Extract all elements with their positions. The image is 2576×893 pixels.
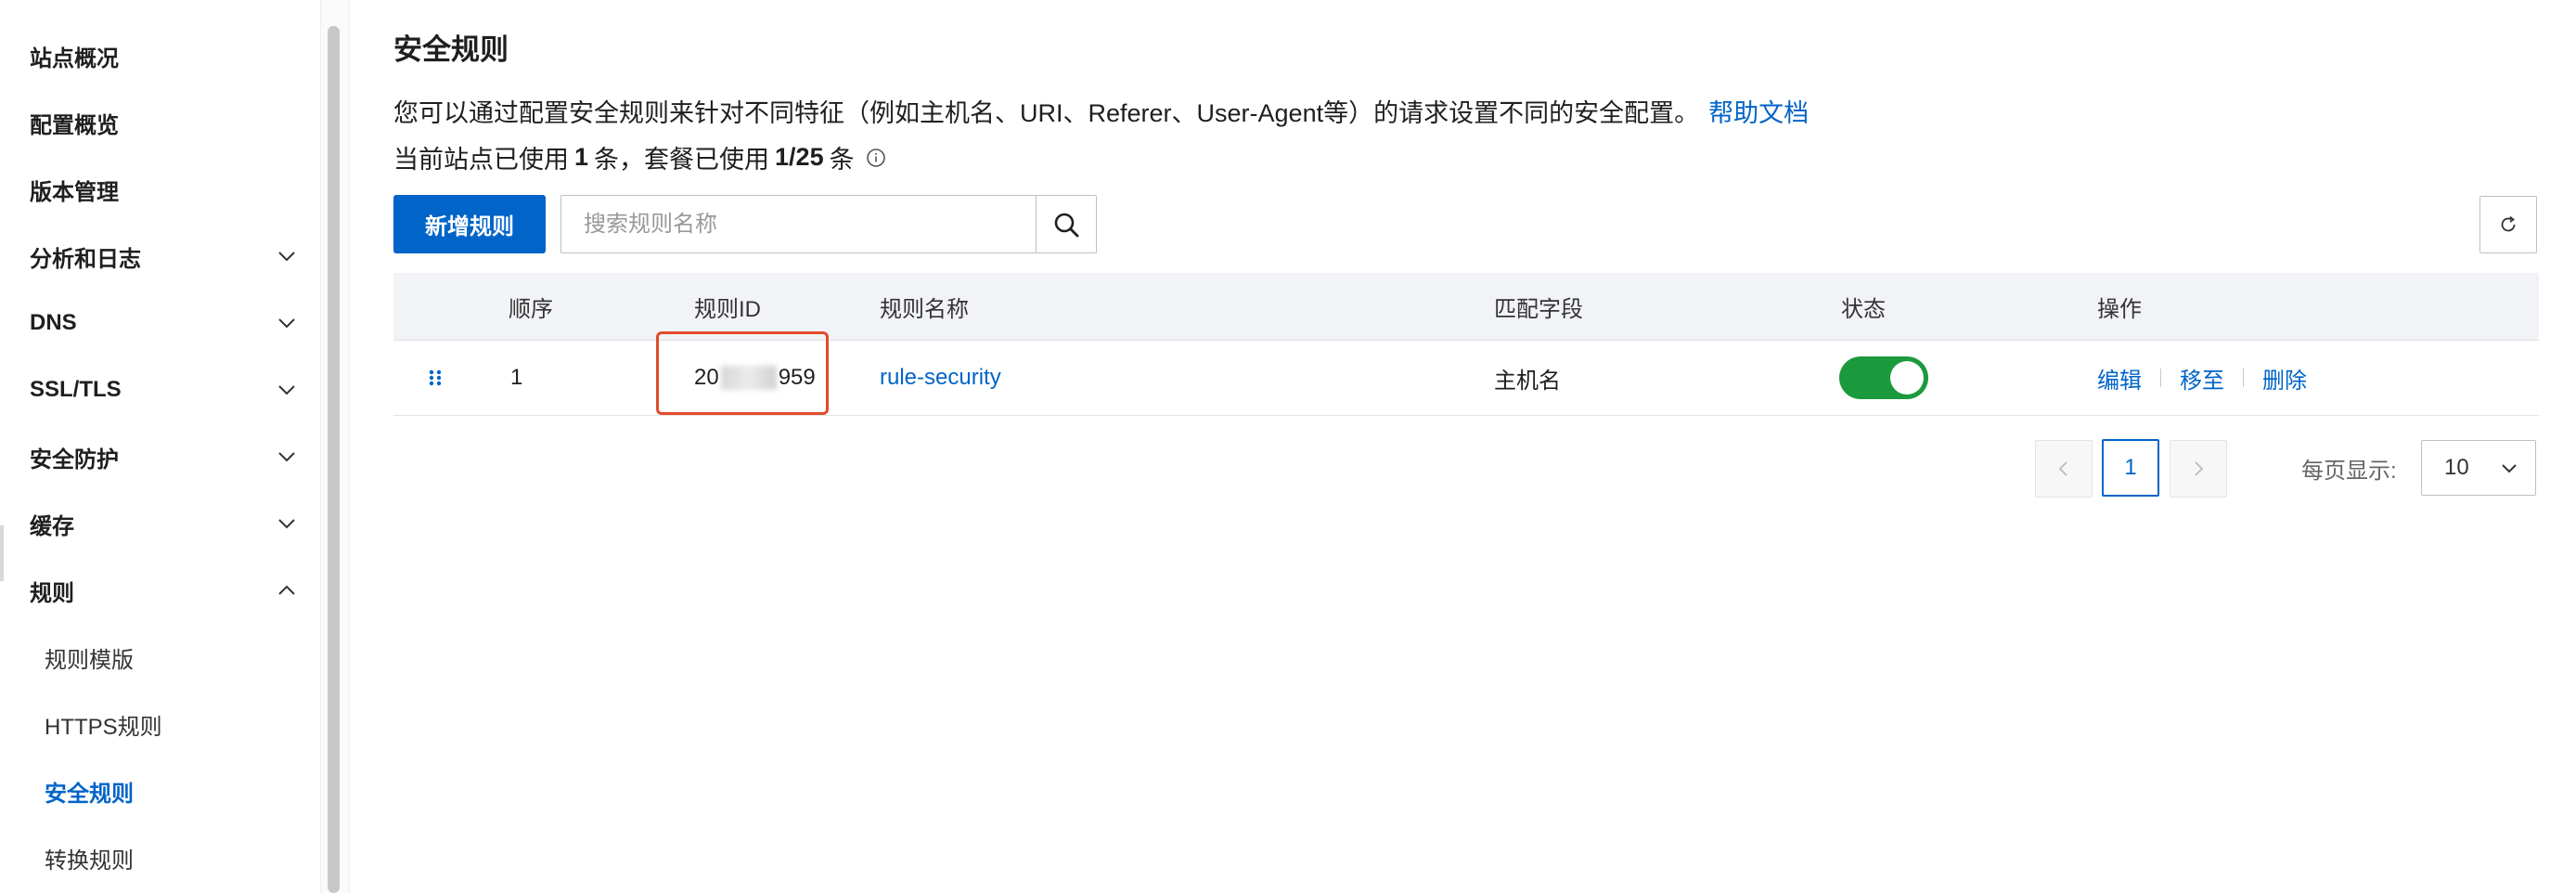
column-header-match-field[interactable]: 匹配字段 <box>1494 273 1583 340</box>
chevron-down-icon[interactable] <box>274 444 300 470</box>
usage-summary: 当前站点已使用 1 条，套餐已使用 1/25 条 <box>393 139 886 175</box>
usage-site-count: 1 <box>574 143 589 171</box>
sidebar-scrollbar-thumb[interactable] <box>328 26 340 893</box>
sidebar-item-label: 安全规则 <box>45 781 134 807</box>
column-header-status[interactable]: 状态 <box>1841 273 1886 340</box>
rule-id-highlight-box <box>656 331 829 415</box>
chevron-left-icon <box>2058 461 2067 476</box>
usage-suffix: 条 <box>829 146 855 174</box>
sidebar-item-label: SSL/TLS <box>30 377 122 402</box>
prev-page-button[interactable] <box>2035 440 2093 498</box>
sidebar-item-label: 规则模版 <box>45 647 134 673</box>
page-title: 安全规则 <box>393 33 509 66</box>
sidebar-item-version-management[interactable]: 版本管理 <box>30 171 119 208</box>
refresh-button[interactable] <box>2479 196 2537 253</box>
sidebar-item-cache[interactable]: 缓存 <box>30 505 74 542</box>
sidebar-item-label: 缓存 <box>30 513 74 539</box>
help-docs-link[interactable]: 帮助文档 <box>1708 99 1809 127</box>
chevron-down-icon[interactable] <box>274 310 300 336</box>
sidebar-item-label: 转换规则 <box>45 848 134 874</box>
search-icon <box>1054 213 1079 237</box>
description-text: 您可以通过配置安全规则来针对不同特征（例如主机名、URI、Referer、Use… <box>393 99 1700 127</box>
cell-status <box>1839 341 1928 415</box>
sidebar-item-label: DNS <box>30 310 77 335</box>
sidebar-subitem-rule-templates[interactable]: 规则模版 <box>45 639 134 676</box>
next-page-button[interactable] <box>2170 440 2227 498</box>
column-header-actions[interactable]: 操作 <box>2097 273 2142 340</box>
sidebar-subitem-transform-rules[interactable]: 转换规则 <box>45 839 134 876</box>
rule-name-link[interactable]: rule-security <box>880 341 1001 415</box>
sidebar-item-analytics-logs[interactable]: 分析和日志 <box>30 238 141 275</box>
delete-link[interactable]: 删除 <box>2262 362 2307 395</box>
sidebar-item-label: 版本管理 <box>30 179 119 205</box>
page-description: 您可以通过配置安全规则来针对不同特征（例如主机名、URI、Referer、Use… <box>393 93 1809 129</box>
search-box <box>560 195 1097 253</box>
drag-handle-icon[interactable] <box>427 341 444 415</box>
info-icon[interactable] <box>866 148 886 168</box>
divider <box>2243 369 2244 387</box>
cell-actions: 编辑 移至 删除 <box>2097 341 2307 415</box>
sidebar-item-label: 站点概况 <box>30 45 119 71</box>
sidebar-item-dns[interactable]: DNS <box>30 304 77 342</box>
sidebar-item-security-protection[interactable]: 安全防护 <box>30 438 119 475</box>
column-header-order[interactable]: 顺序 <box>509 273 553 340</box>
per-page-select[interactable]: 10 <box>2421 440 2536 496</box>
sidebar-subitem-security-rules[interactable]: 安全规则 <box>45 772 134 809</box>
per-page-label: 每页显示: <box>2301 458 2397 484</box>
add-rule-button[interactable]: 新增规则 <box>393 195 546 253</box>
chevron-down-icon <box>2502 464 2517 473</box>
usage-plan-count: 1/25 <box>775 143 824 171</box>
sidebar-item-rules[interactable]: 规则 <box>30 572 74 609</box>
chevron-up-icon[interactable] <box>274 577 300 603</box>
move-link[interactable]: 移至 <box>2180 362 2224 395</box>
cell-match-field: 主机名 <box>1494 368 1561 394</box>
sidebar-edge-marker <box>0 525 4 581</box>
usage-mid: 条，套餐已使用 <box>594 146 770 174</box>
search-button[interactable] <box>1036 196 1096 252</box>
chevron-down-icon[interactable] <box>274 511 300 537</box>
sidebar-item-config-overview[interactable]: 配置概览 <box>30 104 119 141</box>
edit-link[interactable]: 编辑 <box>2097 362 2142 395</box>
per-page-value: 10 <box>2444 455 2469 480</box>
sidebar-item-label: 配置概览 <box>30 112 119 138</box>
sidebar-item-label: 分析和日志 <box>30 246 141 272</box>
chevron-down-icon[interactable] <box>274 243 300 269</box>
page-number-current[interactable]: 1 <box>2102 439 2159 497</box>
chevron-down-icon[interactable] <box>274 377 300 403</box>
divider <box>2160 369 2161 387</box>
cell-order: 1 <box>510 365 523 390</box>
status-toggle[interactable] <box>1839 356 1928 399</box>
chevron-right-icon <box>2195 461 2204 476</box>
sidebar-item-site-overview[interactable]: 站点概况 <box>30 37 119 74</box>
refresh-icon <box>2501 215 2516 232</box>
toggle-knob <box>1890 361 1924 395</box>
sidebar: 站点概况 配置概览 版本管理 分析和日志 DNS SSL/TLS 安全防护 缓存… <box>0 0 321 893</box>
search-input[interactable] <box>561 196 1036 252</box>
sidebar-item-ssl-tls[interactable]: SSL/TLS <box>30 371 122 408</box>
column-header-rule-name[interactable]: 规则名称 <box>880 273 969 340</box>
column-header-rule-id[interactable]: 规则ID <box>694 273 761 340</box>
sidebar-item-label: HTTPS规则 <box>45 714 162 740</box>
sidebar-subitem-https-rules[interactable]: HTTPS规则 <box>45 705 162 743</box>
sidebar-item-label: 规则 <box>30 580 74 606</box>
usage-prefix: 当前站点已使用 <box>393 146 569 174</box>
sidebar-item-label: 安全防护 <box>30 446 119 472</box>
